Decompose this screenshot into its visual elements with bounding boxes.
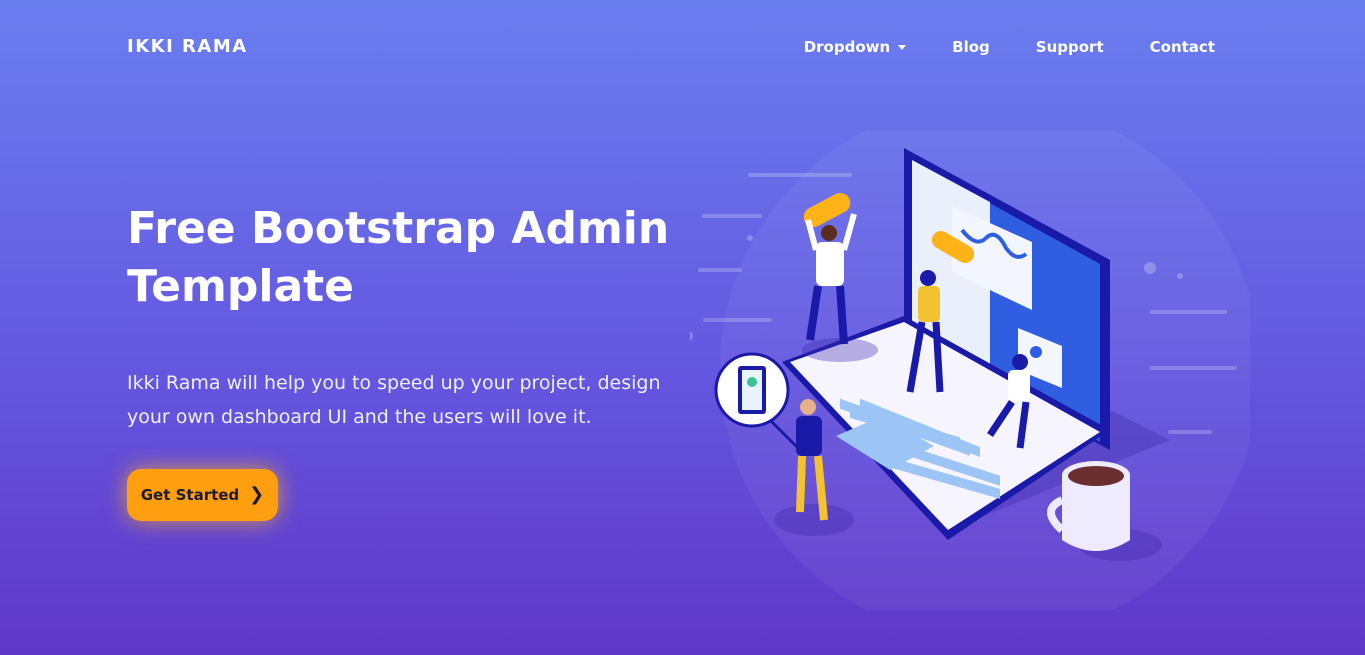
hero-title: Free Bootstrap Admin Template <box>127 203 670 312</box>
navbar: IKKI RAMA Dropdown Blog Support Contact <box>0 0 1365 94</box>
nav-item-label: Dropdown <box>803 38 891 56</box>
chevron-right-icon: ❯ <box>249 484 265 505</box>
nav-item-dropdown[interactable]: Dropdown <box>803 38 907 56</box>
get-started-label: Get Started <box>140 486 240 504</box>
caret-down-icon <box>898 45 907 50</box>
nav-item-blog[interactable]: Blog <box>952 38 990 56</box>
nav-item-contact[interactable]: Contact <box>1150 38 1215 56</box>
hero-description: Ikki Rama will help you to speed up your… <box>127 372 661 428</box>
nav-menu: Dropdown Blog Support Contact <box>804 38 1215 56</box>
nav-item-support[interactable]: Support <box>1036 38 1104 56</box>
hero-illustration <box>690 130 1250 610</box>
get-started-button[interactable]: Get Started ❯ <box>127 469 278 521</box>
brand-logo[interactable]: IKKI RAMA <box>127 36 248 57</box>
